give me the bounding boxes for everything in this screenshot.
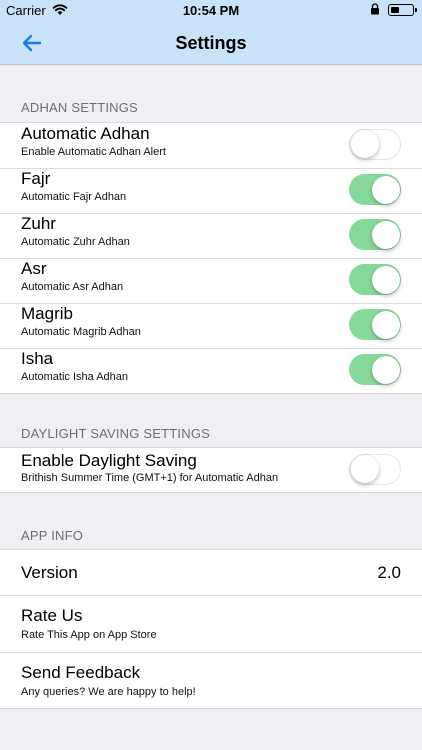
zuhr-toggle[interactable] [349,219,401,250]
version-label: Version [21,563,78,582]
setting-row-zuhr: Zuhr Automatic Zuhr Adhan [0,213,422,258]
asr-toggle[interactable] [349,264,401,295]
automatic-adhan-toggle[interactable] [349,129,401,160]
section-header-adhan: ADHAN SETTINGS [21,100,138,115]
setting-subtitle: Automatic Asr Adhan [21,281,124,293]
section-header-daylight: DAYLIGHT SAVING SETTINGS [21,426,211,441]
setting-title: Fajr [21,169,51,188]
send-feedback-title: Send Feedback [21,663,141,682]
battery-icon [388,4,417,16]
setting-title: Magrib [21,304,73,323]
page-title: Settings [175,33,247,53]
lock-icon [371,3,379,15]
setting-subtitle: Automatic Isha Adhan [21,371,129,383]
setting-row-magrib: Magrib Automatic Magrib Adhan [0,303,422,348]
navigation-bar: Settings [0,20,422,65]
setting-title: Asr [21,259,47,278]
arrow-left-icon[interactable] [18,30,46,56]
setting-title: Automatic Adhan [21,124,150,143]
send-feedback-row[interactable]: Send Feedback Any queries? We are happy … [0,652,422,708]
setting-subtitle: Automatic Zuhr Adhan [21,236,130,248]
version-value: 2.0 [377,563,401,582]
setting-subtitle: Automatic Fajr Adhan [21,191,127,203]
isha-toggle[interactable] [349,354,401,385]
setting-title: Zuhr [21,214,56,233]
rate-us-row[interactable]: Rate Us Rate This App on App Store [0,595,422,652]
wifi-icon [52,4,68,15]
app-info-group: Version 2.0 Rate Us Rate This App on App… [0,549,422,709]
setting-subtitle: Enable Automatic Adhan Alert [21,146,166,158]
setting-title: Isha [21,349,54,368]
version-row: Version 2.0 [0,550,422,595]
daylight-settings-group: Enable Daylight Saving Brithish Summer T… [0,447,422,493]
setting-row-automatic-adhan: Automatic Adhan Enable Automatic Adhan A… [0,123,422,168]
setting-row-asr: Asr Automatic Asr Adhan [0,258,422,303]
setting-title: Enable Daylight Saving [21,451,197,470]
setting-subtitle: Automatic Magrib Adhan [21,326,141,338]
adhan-settings-group: Automatic Adhan Enable Automatic Adhan A… [0,122,422,394]
setting-row-isha: Isha Automatic Isha Adhan [0,348,422,393]
send-feedback-subtitle: Any queries? We are happy to help! [21,686,196,698]
fajr-toggle[interactable] [349,174,401,205]
setting-row-fajr: Fajr Automatic Fajr Adhan [0,168,422,213]
magrib-toggle[interactable] [349,309,401,340]
daylight-saving-toggle[interactable] [349,454,401,485]
rate-us-title: Rate Us [21,606,83,625]
carrier-label: Carrier [6,3,46,18]
setting-row-daylight-saving: Enable Daylight Saving Brithish Summer T… [0,448,422,492]
section-header-app-info: APP INFO [21,528,84,543]
setting-subtitle: Brithish Summer Time (GMT+1) for Automat… [21,472,279,484]
status-bar: Carrier 10:54 PM [0,0,422,20]
rate-us-subtitle: Rate This App on App Store [21,629,157,641]
